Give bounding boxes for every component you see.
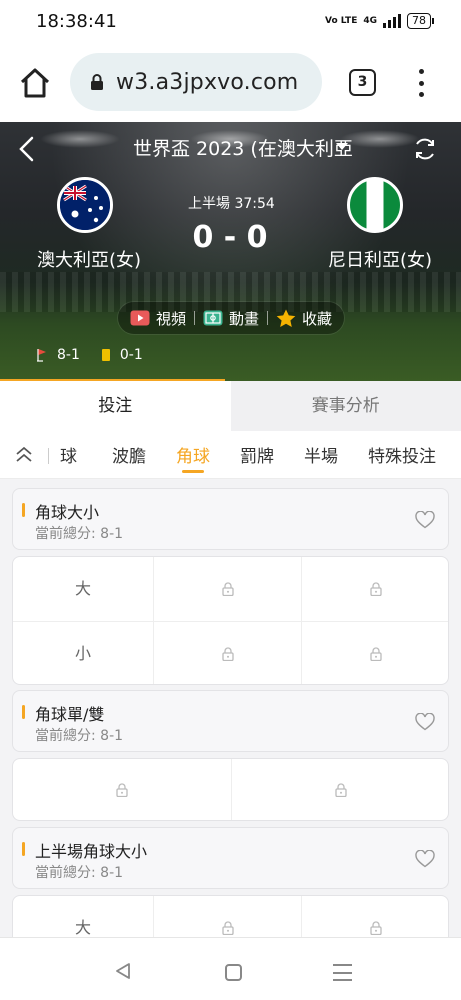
- odds-row: 大: [13, 557, 448, 621]
- yellow-cards-count: 0-1: [119, 347, 143, 363]
- match-score: 0 - 0: [192, 220, 268, 255]
- lock-icon: [221, 647, 234, 661]
- address-bar[interactable]: w3.a3jpxvo.com: [70, 53, 322, 111]
- league-title[interactable]: 世界盃 2023 (在澳大利亞: [133, 134, 353, 161]
- nav-active-underline: [182, 470, 204, 473]
- nav-item-cards[interactable]: 罰牌: [240, 442, 274, 467]
- heart-icon[interactable]: [415, 713, 435, 731]
- league-dropdown-icon[interactable]: [336, 143, 348, 150]
- market-category-nav: 球 波膽 角球 罰牌 半場 特殊投注: [0, 431, 461, 479]
- lock-icon: [221, 582, 234, 596]
- odds-cell-locked: [154, 622, 302, 684]
- yellow-card-icon: [101, 349, 110, 361]
- animation-label: 動畫: [228, 309, 259, 328]
- market-odds-table: [12, 758, 449, 821]
- status-time: 18:38:41: [36, 11, 117, 32]
- battery-icon: 78: [407, 13, 434, 29]
- odds-row-label: 大: [13, 557, 154, 621]
- heart-icon[interactable]: [415, 850, 435, 868]
- nav-item-half-time[interactable]: 半場: [304, 442, 338, 467]
- nav-recents-icon[interactable]: [333, 964, 352, 981]
- lock-icon: [334, 783, 347, 797]
- nav-item-correct-score[interactable]: 波膽: [112, 442, 146, 467]
- odds-row: [13, 759, 448, 820]
- refresh-icon[interactable]: [412, 136, 438, 162]
- market-header[interactable]: 角球大小 當前總分: 8-1: [12, 488, 449, 550]
- tab-match-analysis[interactable]: 賽事分析: [230, 381, 461, 431]
- star-icon: [276, 309, 296, 327]
- video-icon: [130, 310, 150, 326]
- corners-count: 8-1: [57, 347, 80, 363]
- match-stats: 8-1 0-1: [37, 347, 143, 363]
- main-tabs: 投注 賽事分析: [0, 381, 461, 431]
- corner-flag-icon: [37, 349, 46, 362]
- market-subtitle: 當前總分: 8-1: [35, 526, 124, 542]
- system-navigation-bar: [0, 937, 461, 1000]
- collapse-all-icon[interactable]: [14, 444, 34, 466]
- lock-icon: [370, 647, 382, 661]
- market-header[interactable]: 角球單/雙 當前總分: 8-1: [12, 690, 449, 752]
- market-accent-bar: [22, 705, 25, 719]
- away-team-flag-icon: [347, 177, 403, 233]
- market-accent-bar: [22, 503, 25, 517]
- url-text[interactable]: w3.a3jpxvo.com: [116, 70, 298, 95]
- stadium-light: [40, 130, 120, 148]
- tab-betting[interactable]: 投注: [0, 381, 231, 431]
- nav-item-corners[interactable]: 角球: [176, 442, 210, 467]
- market-title: 角球單/雙: [35, 705, 105, 724]
- nav-home-icon[interactable]: [225, 964, 242, 981]
- match-header: 世界盃 2023 (在澳大利亞 澳大利亞(女) 尼日利亞(女) 上半場 37:5…: [0, 122, 461, 381]
- favorite-button[interactable]: 收藏: [276, 308, 332, 329]
- match-period-clock: 上半場 37:54: [188, 196, 275, 212]
- network-type: 4G: [363, 15, 377, 26]
- divider: [193, 311, 195, 325]
- overflow-menu-icon[interactable]: [411, 67, 431, 99]
- odds-row: 小: [13, 622, 448, 684]
- heart-icon[interactable]: [415, 511, 435, 529]
- odds-cell-locked: [302, 557, 448, 621]
- odds-row-label: 小: [13, 622, 154, 684]
- home-team-name: 澳大利亞(女): [37, 250, 142, 271]
- lock-icon: [221, 921, 234, 935]
- odds-cell-locked: [231, 759, 448, 820]
- home-team-flag-icon: [57, 177, 113, 233]
- lock-icon: [370, 582, 382, 596]
- away-team-name: 尼日利亞(女): [328, 250, 433, 271]
- market-subtitle: 當前總分: 8-1: [35, 865, 124, 881]
- odds-cell-locked: [154, 557, 302, 621]
- match-action-bar: 視頻 動畫 收藏: [118, 302, 344, 334]
- signal-icon: [383, 14, 401, 28]
- back-arrow-icon[interactable]: [16, 136, 38, 162]
- lock-icon: [116, 783, 128, 797]
- market-title: 角球大小: [35, 503, 100, 522]
- divider: [267, 311, 268, 325]
- divider: [48, 448, 49, 464]
- status-icons: Vo LTE 4G 78: [325, 13, 434, 29]
- nav-back-icon[interactable]: [114, 962, 132, 980]
- market-header[interactable]: 上半場角球大小 當前總分: 8-1: [12, 827, 449, 889]
- home-icon[interactable]: [18, 66, 52, 100]
- market-odds-table: 大 小: [12, 556, 449, 685]
- market-subtitle: 當前總分: 8-1: [35, 728, 124, 744]
- odds-cell-locked: [302, 622, 448, 684]
- favorite-label: 收藏: [302, 309, 333, 328]
- market-title: 上半場角球大小: [35, 842, 148, 861]
- nav-item-specials[interactable]: 特殊投注: [368, 442, 436, 467]
- lock-icon: [91, 74, 103, 90]
- tab-switcher-button[interactable]: 3: [349, 69, 376, 96]
- market-accent-bar: [22, 842, 25, 856]
- video-button[interactable]: 視頻: [130, 308, 186, 329]
- nav-item-goals[interactable]: 球: [60, 442, 77, 467]
- animation-button[interactable]: 動畫: [203, 308, 259, 329]
- odds-cell-locked: [13, 759, 231, 820]
- video-label: 視頻: [155, 309, 186, 328]
- browser-toolbar: w3.a3jpxvo.com 3: [0, 44, 461, 122]
- volte-indicator: Vo LTE: [325, 15, 358, 26]
- status-bar: 18:38:41 Vo LTE 4G 78: [0, 0, 461, 44]
- lock-icon: [370, 921, 382, 935]
- animation-icon: [203, 310, 223, 326]
